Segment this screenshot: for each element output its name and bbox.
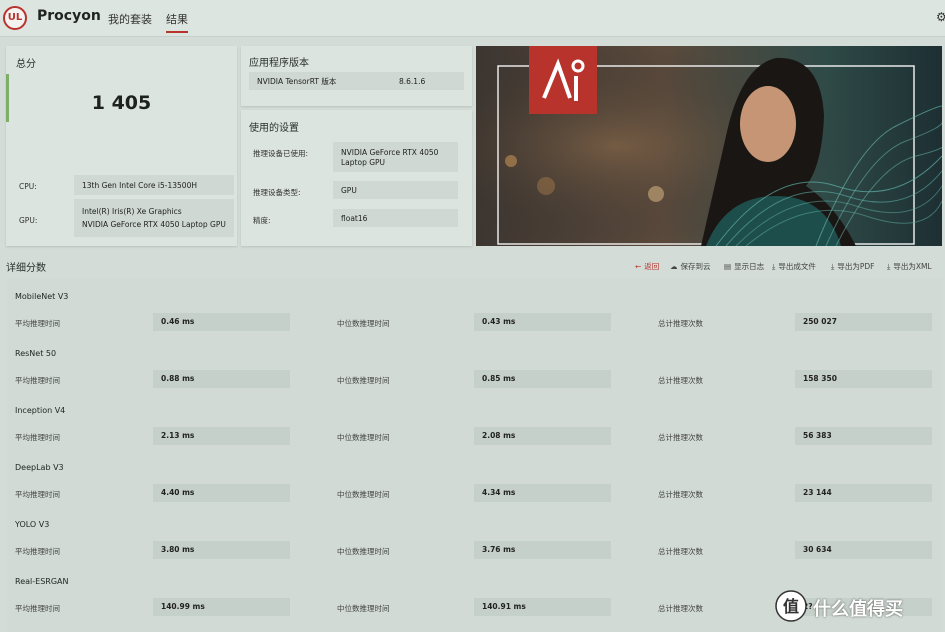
export-pdf-label: 导出为PDF [837, 262, 875, 271]
benchmark-name: ResNet 50 [15, 349, 57, 358]
svg-text:值: 值 [783, 597, 799, 616]
metric-label: 总计推理次数 [658, 433, 703, 442]
download-icon: ⤓ [887, 262, 891, 271]
settings-panel: 使用的设置 推理设备已使用: NVIDIA GeForce RTX 4050 L… [241, 110, 472, 246]
metric-label: 总计推理次数 [658, 547, 703, 556]
save-to-cloud-button[interactable]: ☁ 保存到云 [670, 261, 711, 272]
gpu-label: GPU: [19, 216, 38, 225]
metric-value: 4.34 ms [474, 484, 611, 502]
benchmark-name: Real-ESRGAN [15, 577, 69, 586]
setting-label: 推理设备已使用: [253, 149, 309, 158]
metric-label: 平均推理时间 [15, 604, 60, 613]
tab-my-suites[interactable]: 我的套装 [108, 11, 152, 27]
setting-value: GPU [333, 181, 458, 199]
ul-logo: UL [3, 6, 27, 30]
metric-label: 中位数推理时间 [337, 319, 390, 328]
metric-value: 140.91 ms [474, 598, 611, 616]
metric-value: 0.46 ms [153, 313, 290, 331]
metric-label: 中位数推理时间 [337, 490, 390, 499]
cpu-label: CPU: [19, 182, 37, 191]
metric-value: 30 634 [795, 541, 932, 559]
metric-label: 中位数推理时间 [337, 433, 390, 442]
metric-value: 0.88 ms [153, 370, 290, 388]
metric-value: 23 144 [795, 484, 932, 502]
cpu-value: 13th Gen Intel Core i5-13500H [74, 175, 234, 195]
metric-value: 2.13 ms [153, 427, 290, 445]
benchmark-name: DeepLab V3 [15, 463, 64, 472]
setting-value-line: Laptop GPU [341, 157, 386, 167]
show-log-label: 显示日志 [734, 262, 765, 271]
metric-label: 平均推理时间 [15, 490, 60, 499]
watermark-logo-icon: 值 [775, 590, 807, 622]
metric-value: 3.76 ms [474, 541, 611, 559]
benchmark-name: Inception V4 [15, 406, 66, 415]
metric-label: 总计推理次数 [658, 319, 703, 328]
site-watermark: 值 什么值得买 [775, 590, 935, 622]
metric-label: 总计推理次数 [658, 490, 703, 499]
benchmark-name: MobileNet V3 [15, 292, 69, 301]
metric-label: 中位数推理时间 [337, 547, 390, 556]
metric-label: 中位数推理时间 [337, 604, 390, 613]
setting-label: 推理设备类型: [253, 188, 301, 197]
back-label: 返回 [644, 262, 660, 271]
document-icon: ▤ [724, 262, 732, 271]
hero-illustration [476, 46, 942, 246]
download-icon: ⤓ [831, 262, 835, 271]
benchmark-name: YOLO V3 [15, 520, 50, 529]
watermark-text: 什么值得买 [813, 599, 903, 620]
details-title: 详细分数 [6, 263, 46, 274]
active-tab-indicator [166, 31, 188, 33]
details-panel [6, 278, 942, 632]
gear-icon[interactable]: ⚙ [936, 10, 945, 24]
metric-value: 2.08 ms [474, 427, 611, 445]
score-panel: 总分 1 405 CPU: 13th Gen Intel Core i5-135… [6, 46, 237, 246]
metric-value: 56 383 [795, 427, 932, 445]
metric-label: 总计推理次数 [658, 376, 703, 385]
settings-title: 使用的设置 [249, 123, 299, 134]
metric-label: 平均推理时间 [15, 376, 60, 385]
export-file-button[interactable]: ⤓ 导出成文件 [772, 261, 816, 272]
version-panel: 应用程序版本 NVIDIA TensorRT 版本 8.6.1.6 [241, 46, 472, 106]
export-xml-button[interactable]: ⤓ 导出为XML [887, 261, 932, 272]
score-title: 总分 [16, 59, 36, 70]
back-arrow-icon: ← [635, 262, 642, 271]
download-icon: ⤓ [772, 262, 776, 271]
show-log-button[interactable]: ▤ 显示日志 [724, 261, 764, 272]
metric-label: 平均推理时间 [15, 547, 60, 556]
tensorrt-version-value: 8.6.1.6 [399, 76, 426, 86]
gpu-value: Intel(R) Iris(R) Xe Graphics NVIDIA GeFo… [74, 199, 234, 237]
export-xml-label: 导出为XML [893, 262, 932, 271]
save-to-cloud-label: 保存到云 [680, 262, 711, 271]
metric-label: 总计推理次数 [658, 604, 703, 613]
gpu-value-line: Intel(R) Iris(R) Xe Graphics [82, 207, 182, 216]
cloud-icon: ☁ [670, 262, 678, 271]
app-brand: Procyon [37, 8, 101, 24]
metric-label: 中位数推理时间 [337, 376, 390, 385]
metric-value: 158 350 [795, 370, 932, 388]
export-file-label: 导出成文件 [778, 262, 816, 271]
tensorrt-version-row: NVIDIA TensorRT 版本 8.6.1.6 [249, 72, 464, 90]
metric-value: 3.80 ms [153, 541, 290, 559]
top-bar: UL Procyon 我的套装 结果 ⚙ [0, 0, 945, 37]
metric-label: 平均推理时间 [15, 319, 60, 328]
tab-results[interactable]: 结果 [166, 11, 188, 27]
setting-value: NVIDIA GeForce RTX 4050 Laptop GPU [333, 142, 458, 172]
export-pdf-button[interactable]: ⤓ 导出为PDF [831, 261, 874, 272]
metric-value: 140.99 ms [153, 598, 290, 616]
gpu-value-line: NVIDIA GeForce RTX 4050 Laptop GPU [82, 220, 226, 229]
total-score: 1 405 [91, 92, 152, 114]
back-button[interactable]: ← 返回 [635, 261, 659, 272]
setting-label: 精度: [253, 216, 271, 225]
metric-label: 平均推理时间 [15, 433, 60, 442]
version-title: 应用程序版本 [249, 58, 309, 69]
setting-value: float16 [333, 209, 458, 227]
metric-value: 250 027 [795, 313, 932, 331]
metric-value: 0.85 ms [474, 370, 611, 388]
metric-value: 0.43 ms [474, 313, 611, 331]
tensorrt-version-label: NVIDIA TensorRT 版本 [257, 76, 337, 86]
hero-image [476, 46, 942, 246]
metric-value: 4.40 ms [153, 484, 290, 502]
